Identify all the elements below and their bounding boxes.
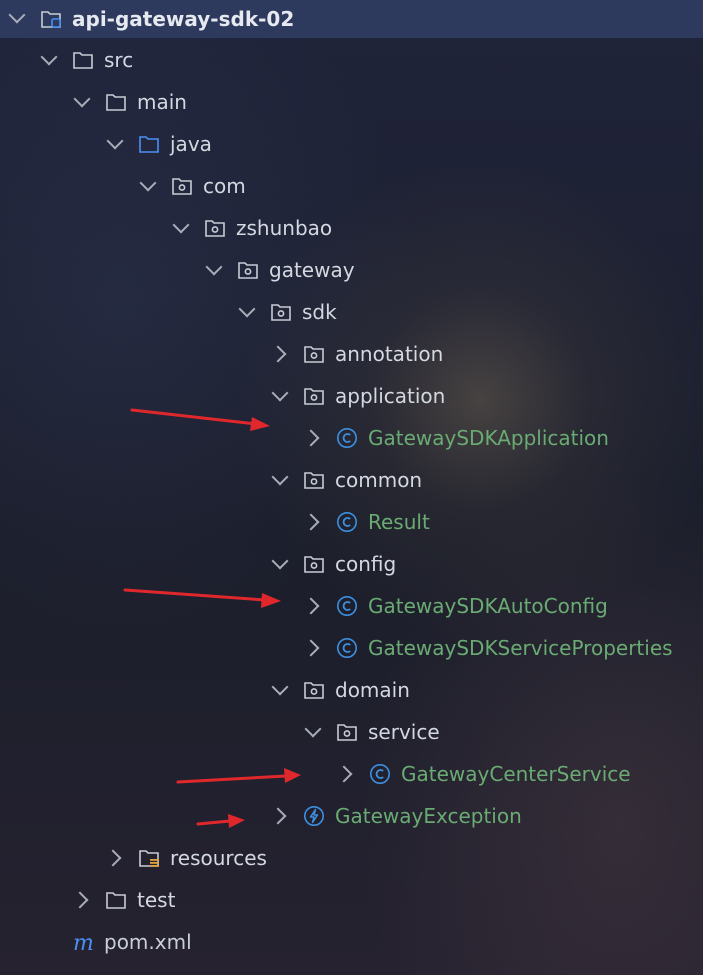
package-icon (304, 346, 324, 363)
tree-item-class-gateway-sdk-application[interactable]: GatewaySDKApplication (0, 417, 703, 459)
resources-root-folder-icon (139, 850, 159, 867)
tree-item-label: gateway (269, 258, 355, 282)
chevron-right-icon[interactable] (71, 891, 89, 909)
tree-item-label: domain (335, 678, 410, 702)
tree-item-label: resources (170, 846, 267, 870)
tree-item-label: GatewaySDKServiceProperties (368, 636, 673, 660)
package-icon (304, 556, 324, 573)
module-folder-icon (41, 11, 61, 28)
tree-item-class-gateway-center-service[interactable]: GatewayCenterService (0, 753, 703, 795)
folder-icon (106, 892, 126, 909)
tree-item-label: annotation (335, 342, 444, 366)
tree-item-label: GatewayCenterService (401, 762, 631, 786)
package-icon (304, 682, 324, 699)
tree-item-label: src (104, 48, 134, 72)
tree-item-package-domain[interactable]: domain (0, 669, 703, 711)
tree-item-label: com (203, 174, 246, 198)
tree-item-package-config[interactable]: config (0, 543, 703, 585)
tree-item-label: common (335, 468, 423, 492)
chevron-right-icon[interactable] (302, 513, 320, 531)
class-icon (337, 596, 357, 616)
tree-item-class-result[interactable]: Result (0, 501, 703, 543)
tree-item-label: application (335, 384, 446, 408)
chevron-down-icon[interactable] (271, 468, 289, 486)
chevron-down-icon[interactable] (40, 48, 58, 66)
tree-item-label: GatewaySDKAutoConfig (368, 594, 608, 618)
tree-item-package-sdk[interactable]: sdk (0, 291, 703, 333)
tree-item-label: GatewaySDKApplication (368, 426, 609, 450)
chevron-right-icon[interactable] (269, 345, 287, 363)
chevron-down-icon[interactable] (271, 384, 289, 402)
class-icon (370, 764, 390, 784)
chevron-down-icon[interactable] (139, 174, 157, 192)
tree-item-package-zshunbao[interactable]: zshunbao (0, 207, 703, 249)
chevron-down-icon[interactable] (106, 132, 124, 150)
chevron-right-icon[interactable] (269, 807, 287, 825)
source-root-folder-icon (139, 136, 159, 153)
tree-item-label: sdk (302, 300, 337, 324)
tree-item-resources-root[interactable]: resources (0, 837, 703, 879)
tree-item-module-root[interactable]: api-gateway-sdk-02 (0, 0, 703, 38)
tree-item-folder-main[interactable]: main (0, 81, 703, 123)
tree-item-class-gateway-exception[interactable]: GatewayException (0, 795, 703, 837)
tree-item-label: GatewayException (335, 804, 522, 828)
folder-icon (106, 94, 126, 111)
package-icon (172, 178, 192, 195)
class-icon (337, 638, 357, 658)
tree-item-source-root-java[interactable]: java (0, 123, 703, 165)
svg-text:m: m (73, 931, 94, 953)
chevron-down-icon[interactable] (238, 300, 256, 318)
chevron-down-icon[interactable] (8, 6, 26, 24)
tree-item-label: Result (368, 510, 430, 534)
tree-item-folder-test[interactable]: test (0, 879, 703, 921)
tree-item-label: api-gateway-sdk-02 (72, 7, 295, 31)
chevron-down-icon[interactable] (271, 552, 289, 570)
tree-item-package-com[interactable]: com (0, 165, 703, 207)
package-icon (205, 220, 225, 237)
chevron-down-icon[interactable] (205, 258, 223, 276)
chevron-down-icon[interactable] (271, 678, 289, 696)
tree-item-package-annotation[interactable]: annotation (0, 333, 703, 375)
tree-item-folder-src[interactable]: src (0, 39, 703, 81)
tree-item-package-service[interactable]: service (0, 711, 703, 753)
tree-item-package-application[interactable]: application (0, 375, 703, 417)
folder-icon (73, 52, 93, 69)
chevron-right-icon[interactable] (335, 765, 353, 783)
chevron-down-icon[interactable] (172, 216, 190, 234)
package-icon (271, 304, 291, 321)
tree-item-label: config (335, 552, 397, 576)
chevron-down-icon[interactable] (73, 90, 91, 108)
tree-item-class-gateway-sdk-auto-config[interactable]: GatewaySDKAutoConfig (0, 585, 703, 627)
tree-item-class-gateway-sdk-service-properties[interactable]: GatewaySDKServiceProperties (0, 627, 703, 669)
class-icon (337, 512, 357, 532)
chevron-down-icon[interactable] (304, 720, 322, 738)
chevron-right-icon[interactable] (302, 597, 320, 615)
tree-item-label: java (170, 132, 212, 156)
tree-item-label: zshunbao (236, 216, 333, 240)
package-icon (304, 388, 324, 405)
tree-item-package-common[interactable]: common (0, 459, 703, 501)
tree-item-label: main (137, 90, 187, 114)
tree-item-label: test (137, 888, 176, 912)
tree-item-package-gateway[interactable]: gateway (0, 249, 703, 291)
chevron-right-icon[interactable] (302, 429, 320, 447)
maven-icon: m (73, 931, 94, 953)
tree-item-label: pom.xml (104, 930, 192, 954)
package-icon (238, 262, 258, 279)
chevron-right-icon[interactable] (104, 849, 122, 867)
package-icon (304, 472, 324, 489)
class-icon (337, 428, 357, 448)
tree-item-file-pom-xml[interactable]: m pom.xml (0, 921, 703, 963)
chevron-right-icon[interactable] (302, 639, 320, 657)
exception-class-icon (304, 806, 324, 826)
tree-item-label: service (368, 720, 440, 744)
package-icon (337, 724, 357, 741)
